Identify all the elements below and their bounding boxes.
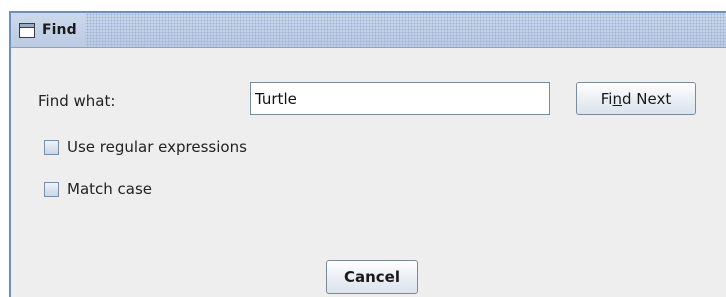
dialog-content: Find what: Find Next Use regular express… (11, 48, 726, 297)
find-next-button[interactable]: Fi n d Next (576, 82, 696, 115)
window-icon[interactable] (19, 22, 35, 38)
find-next-label-prefix: Fi (600, 89, 613, 108)
regex-checkbox[interactable] (44, 139, 59, 155)
find-next-mnemonic: n (612, 89, 622, 108)
regex-option[interactable]: Use regular expressions (44, 138, 247, 156)
regex-label: Use regular expressions (67, 138, 247, 156)
find-dialog: Find Find what: Find Next Use regular ex… (9, 11, 726, 297)
find-what-input[interactable] (250, 82, 550, 115)
title-bar[interactable]: Find (11, 13, 726, 48)
cancel-label: Cancel (343, 268, 400, 286)
match-case-option[interactable]: Match case (44, 180, 152, 198)
cancel-button[interactable]: Cancel (326, 260, 418, 294)
title-label-box: Find (11, 13, 85, 47)
dialog-title: Find (42, 22, 77, 38)
find-what-label: Find what: (38, 92, 116, 110)
find-next-label-suffix: d Next (622, 89, 672, 108)
match-case-checkbox[interactable] (44, 181, 59, 197)
match-case-label: Match case (67, 180, 153, 198)
